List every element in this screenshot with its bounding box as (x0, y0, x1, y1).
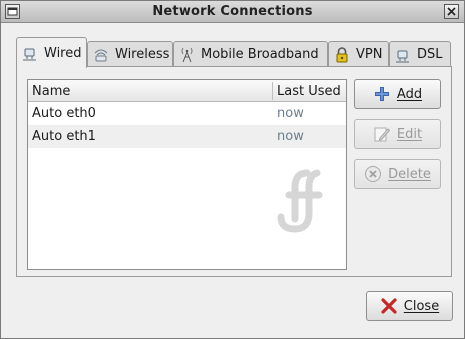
tab-vpn[interactable]: VPN (328, 41, 389, 67)
close-icon[interactable] (444, 4, 459, 19)
tab-label: Wired (44, 45, 82, 61)
connection-last-used: now (277, 129, 304, 144)
column-divider[interactable] (272, 82, 273, 100)
delete-button[interactable]: Delete (354, 159, 441, 189)
tab-mobile-broadband[interactable]: Mobile Broadband (173, 41, 328, 67)
add-button-label: Add (396, 86, 423, 102)
connection-type-tabs: Wired Wireless Mobile Broadband VPN DSL (16, 37, 451, 68)
close-icon (380, 297, 398, 315)
tab-dsl[interactable]: DSL (389, 41, 451, 67)
wired-icon (21, 44, 39, 62)
edit-icon (373, 125, 391, 143)
wired-tab-panel: Name Last Used Auto eth0 now Auto eth1 n… (16, 66, 452, 277)
tab-wireless[interactable]: Wireless (87, 41, 173, 67)
plus-icon (373, 85, 391, 103)
connection-name: Auto eth0 (32, 106, 96, 121)
title-bar[interactable]: Network Connections (1, 1, 464, 23)
connection-last-used: now (277, 106, 304, 121)
window-title: Network Connections (152, 4, 313, 19)
tab-label: DSL (417, 47, 443, 62)
column-header-name[interactable]: Name (32, 84, 70, 99)
logo-watermark (273, 165, 333, 235)
tab-wired[interactable]: Wired (16, 37, 87, 68)
tab-label: VPN (356, 47, 383, 62)
antenna-icon (178, 46, 196, 64)
tab-label: Mobile Broadband (201, 47, 319, 62)
close-button[interactable]: Close (366, 291, 453, 321)
connection-name: Auto eth1 (32, 129, 96, 144)
close-button-label: Close (403, 298, 440, 314)
edit-button[interactable]: Edit (354, 119, 441, 149)
dsl-icon (394, 46, 412, 64)
list-header: Name Last Used (28, 80, 346, 102)
edit-button-label: Edit (396, 126, 423, 142)
lock-icon (333, 46, 351, 64)
add-button[interactable]: Add (354, 79, 441, 109)
table-row[interactable]: Auto eth1 now (28, 125, 346, 148)
wireless-icon (92, 46, 110, 64)
table-row[interactable]: Auto eth0 now (28, 102, 346, 125)
connections-list[interactable]: Name Last Used Auto eth0 now Auto eth1 n… (27, 79, 347, 270)
network-connections-window: Network Connections Wired Wireless Mobil… (0, 0, 465, 339)
column-header-last-used[interactable]: Last Used (277, 84, 341, 99)
delete-icon (364, 165, 382, 183)
tab-label: Wireless (115, 47, 170, 62)
delete-button-label: Delete (388, 166, 431, 182)
